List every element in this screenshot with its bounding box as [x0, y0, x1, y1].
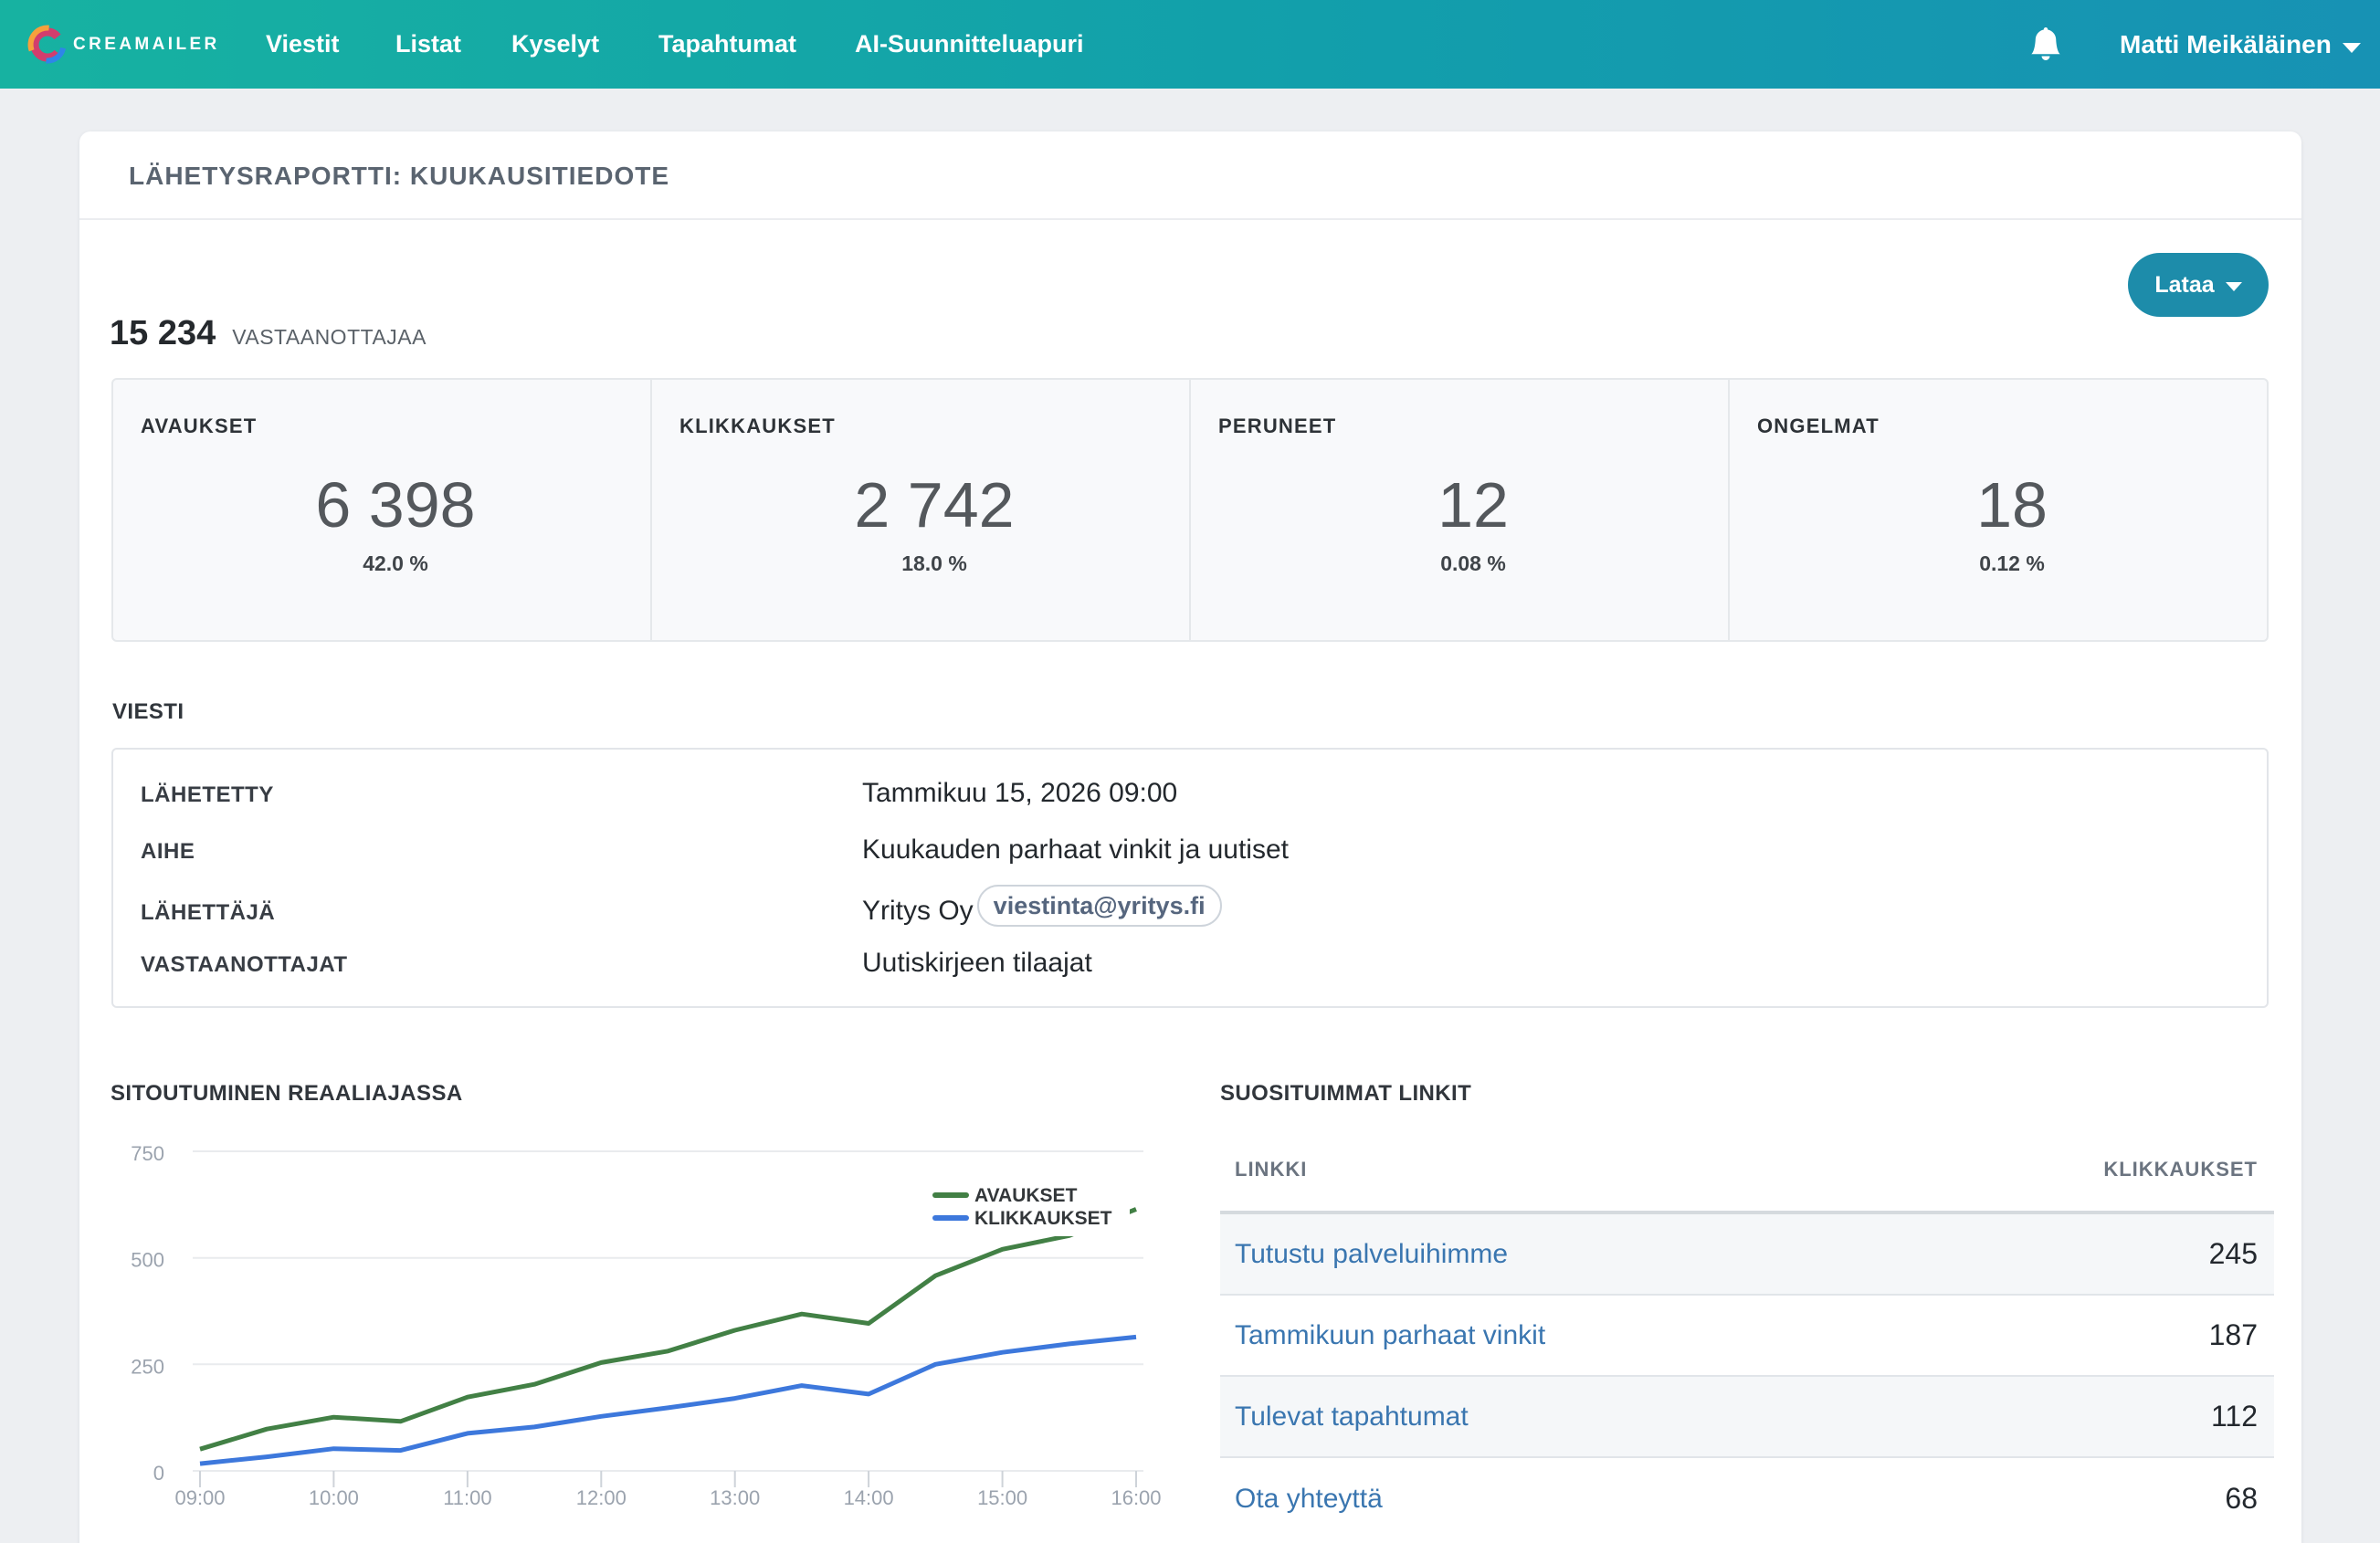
svg-text:16:00: 16:00	[1111, 1486, 1161, 1509]
svg-text:15:00: 15:00	[977, 1486, 1027, 1509]
svg-text:250: 250	[131, 1355, 164, 1378]
svg-text:KLIKKAUKSET: KLIKKAUKSET	[974, 1208, 1112, 1229]
svg-text:11:00: 11:00	[443, 1486, 491, 1509]
svg-text:14:00: 14:00	[844, 1486, 894, 1509]
svg-text:AVAUKSET: AVAUKSET	[974, 1185, 1078, 1206]
svg-text:0: 0	[153, 1462, 164, 1485]
svg-text:500: 500	[131, 1249, 164, 1272]
svg-text:750: 750	[131, 1142, 164, 1165]
svg-text:09:00: 09:00	[174, 1486, 225, 1509]
svg-text:13:00: 13:00	[710, 1486, 760, 1509]
svg-text:12:00: 12:00	[576, 1486, 627, 1509]
svg-text:10:00: 10:00	[309, 1486, 359, 1509]
